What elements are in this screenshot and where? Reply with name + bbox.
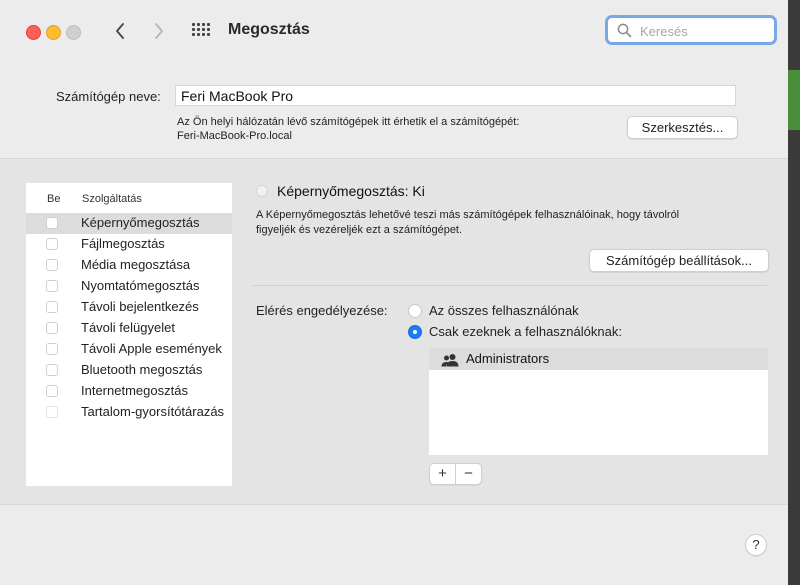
desktop-background-accent bbox=[788, 70, 800, 130]
service-description-line: A Képernyőmegosztás lehetővé teszi más s… bbox=[256, 209, 680, 221]
service-row-internet-sharing[interactable]: Internetmegosztás bbox=[26, 381, 232, 402]
search-input[interactable] bbox=[638, 21, 772, 41]
service-checkbox[interactable] bbox=[46, 217, 58, 229]
computer-name-section: Számítógép neve: Feri MacBook Pro Az Ön … bbox=[0, 62, 788, 159]
service-checkbox[interactable] bbox=[46, 322, 58, 334]
service-label: Média megosztása bbox=[81, 257, 191, 272]
computer-name-input[interactable]: Feri MacBook Pro bbox=[175, 85, 736, 106]
service-row-printer-sharing[interactable]: Nyomtatómegosztás bbox=[26, 276, 232, 297]
service-label: Képernyőmegosztás bbox=[81, 215, 200, 230]
grid-icon[interactable] bbox=[192, 23, 210, 39]
service-label: Nyomtatómegosztás bbox=[81, 278, 200, 293]
user-list-controls: + − bbox=[429, 463, 482, 485]
edit-button[interactable]: Szerkesztés... bbox=[627, 116, 738, 139]
service-label: Tartalom-gyorsítótárazás bbox=[81, 404, 225, 419]
service-checkbox[interactable] bbox=[46, 406, 58, 418]
service-row-bluetooth-sharing[interactable]: Bluetooth megosztás bbox=[26, 360, 232, 381]
services-list: Be Szolgáltatás Képernyőmegosztás Fájlme… bbox=[26, 183, 232, 486]
service-row-remote-login[interactable]: Távoli bejelentkezés bbox=[26, 297, 232, 318]
computer-name-label: Számítógép neve: bbox=[56, 89, 161, 104]
access-only-users-radio[interactable] bbox=[408, 325, 422, 339]
service-row-content-caching[interactable]: Tartalom-gyorsítótárazás bbox=[26, 402, 232, 423]
title-bar: Megosztás bbox=[0, 0, 788, 62]
service-label: Távoli Apple események bbox=[81, 341, 222, 356]
access-label: Elérés engedélyezése: bbox=[256, 303, 388, 318]
chevron-right-icon bbox=[155, 23, 163, 39]
users-group-icon bbox=[441, 354, 459, 367]
service-description: A Képernyőmegosztás lehetővé teszi más s… bbox=[256, 208, 766, 238]
forward-button[interactable] bbox=[145, 18, 173, 44]
service-label: Távoli bejelentkezés bbox=[81, 299, 199, 314]
sharing-window: Megosztás Számítógép neve: Feri MacBook … bbox=[0, 0, 788, 585]
local-hostname: Feri-MacBook-Pro.local bbox=[177, 130, 292, 142]
service-label: Bluetooth megosztás bbox=[81, 362, 203, 377]
minimize-window-button[interactable] bbox=[46, 25, 61, 40]
zoom-window-button[interactable] bbox=[66, 25, 81, 40]
bottom-bar: ? bbox=[0, 504, 788, 585]
search-field[interactable] bbox=[605, 15, 777, 45]
magnifier-icon bbox=[617, 23, 632, 38]
remove-user-button[interactable]: − bbox=[456, 464, 481, 484]
service-checkbox[interactable] bbox=[46, 364, 58, 376]
column-header-on: Be bbox=[47, 193, 61, 205]
user-row-administrators[interactable]: Administrators bbox=[429, 348, 768, 370]
section-divider bbox=[253, 285, 767, 286]
service-label: Távoli felügyelet bbox=[81, 320, 175, 335]
services-list-header: Be Szolgáltatás bbox=[26, 189, 232, 209]
computer-settings-button[interactable]: Számítógép beállítások... bbox=[589, 249, 769, 272]
service-row-remote-management[interactable]: Távoli felügyelet bbox=[26, 318, 232, 339]
access-all-users-radio[interactable] bbox=[408, 304, 422, 318]
service-checkbox[interactable] bbox=[46, 343, 58, 355]
service-row-remote-apple-events[interactable]: Távoli Apple események bbox=[26, 339, 232, 360]
help-button[interactable]: ? bbox=[745, 534, 767, 556]
service-status-text: Képernyőmegosztás: Ki bbox=[277, 183, 425, 199]
address-description-text: Az Ön helyi hálózatán lévő számítógépek … bbox=[177, 116, 520, 128]
computer-address-description: Az Ön helyi hálózatán lévő számítógépek … bbox=[177, 115, 519, 143]
back-button[interactable] bbox=[106, 18, 134, 44]
allowed-users-list: Administrators bbox=[429, 348, 768, 455]
service-checkbox[interactable] bbox=[46, 301, 58, 313]
service-description-line: figyeljék és vezéreljék ezt a számítógép… bbox=[256, 224, 463, 236]
service-checkbox[interactable] bbox=[46, 280, 58, 292]
service-row-media-sharing[interactable]: Média megosztása bbox=[26, 255, 232, 276]
user-name: Administrators bbox=[466, 351, 550, 366]
service-status-indicator bbox=[256, 185, 268, 197]
add-user-button[interactable]: + bbox=[430, 464, 455, 484]
service-row-screen-sharing[interactable]: Képernyőmegosztás bbox=[26, 213, 232, 234]
service-checkbox[interactable] bbox=[46, 385, 58, 397]
column-header-service: Szolgáltatás bbox=[82, 193, 142, 205]
service-label: Fájlmegosztás bbox=[81, 236, 165, 251]
access-all-users-label[interactable]: Az összes felhasználónak bbox=[429, 303, 579, 318]
service-checkbox[interactable] bbox=[46, 259, 58, 271]
service-checkbox[interactable] bbox=[46, 238, 58, 250]
close-window-button[interactable] bbox=[26, 25, 41, 40]
access-only-users-label[interactable]: Csak ezeknek a felhasználóknak: bbox=[429, 324, 622, 339]
service-row-file-sharing[interactable]: Fájlmegosztás bbox=[26, 234, 232, 255]
window-title: Megosztás bbox=[228, 21, 310, 38]
chevron-left-icon bbox=[116, 23, 124, 39]
service-label: Internetmegosztás bbox=[81, 383, 188, 398]
